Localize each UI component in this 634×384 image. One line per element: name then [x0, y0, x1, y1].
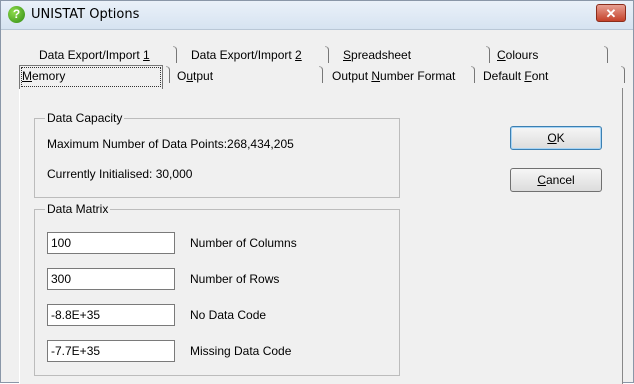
close-button[interactable]: ✕ [596, 4, 626, 22]
tab-divider [166, 66, 170, 83]
no-data-code-label: No Data Code [190, 308, 267, 322]
ok-button[interactable]: OK [510, 126, 602, 150]
missing-data-code-input[interactable] [47, 340, 175, 362]
tab-data-export-import-1[interactable]: Data Export/Import 1 [39, 46, 150, 64]
window-title: UNISTAT Options [31, 7, 140, 22]
no-data-code-input[interactable] [47, 304, 175, 326]
missing-data-code-label: Missing Data Code [190, 344, 292, 358]
tab-colours[interactable]: Colours [497, 46, 538, 64]
data-matrix-legend: Data Matrix [45, 202, 111, 216]
cancel-button[interactable]: Cancel [510, 168, 602, 192]
data-capacity-legend: Data Capacity [45, 111, 125, 125]
tab-divider [325, 46, 329, 63]
tab-divider [319, 66, 323, 83]
number-of-columns-input[interactable] [47, 232, 175, 254]
tab-default-font[interactable]: Default Font [483, 67, 548, 85]
tab-divider [604, 46, 608, 63]
tab-divider [173, 46, 177, 63]
tab-memory[interactable]: Memory [19, 65, 163, 89]
memory-tab-panel: Data Capacity Maximum Number of Data Poi… [19, 88, 623, 384]
number-of-columns-label: Number of Columns [190, 236, 297, 250]
tab-output[interactable]: Output [177, 67, 213, 85]
number-of-rows-input[interactable] [47, 268, 175, 290]
tab-data-export-import-2[interactable]: Data Export/Import 2 [191, 46, 302, 64]
title-bar[interactable]: ? UNISTAT Options ✕ [1, 1, 633, 30]
data-matrix-group: Data Matrix Number of Columns Number of … [34, 202, 400, 376]
tab-output-number-format[interactable]: Output Number Format [332, 67, 455, 85]
tab-spreadsheet[interactable]: Spreadsheet [343, 46, 411, 64]
tab-divider [486, 46, 490, 63]
options-dialog: ? UNISTAT Options ✕ Data Export/Import 1… [0, 0, 634, 384]
help-icon: ? [8, 6, 25, 23]
currently-initialised-text: Currently Initialised: 30,000 [47, 167, 193, 181]
tab-divider [471, 66, 475, 83]
tab-divider [621, 66, 625, 83]
data-capacity-group: Data Capacity Maximum Number of Data Poi… [34, 111, 400, 198]
number-of-rows-label: Number of Rows [190, 272, 280, 286]
max-data-points-text: Maximum Number of Data Points:268,434,20… [47, 137, 294, 151]
